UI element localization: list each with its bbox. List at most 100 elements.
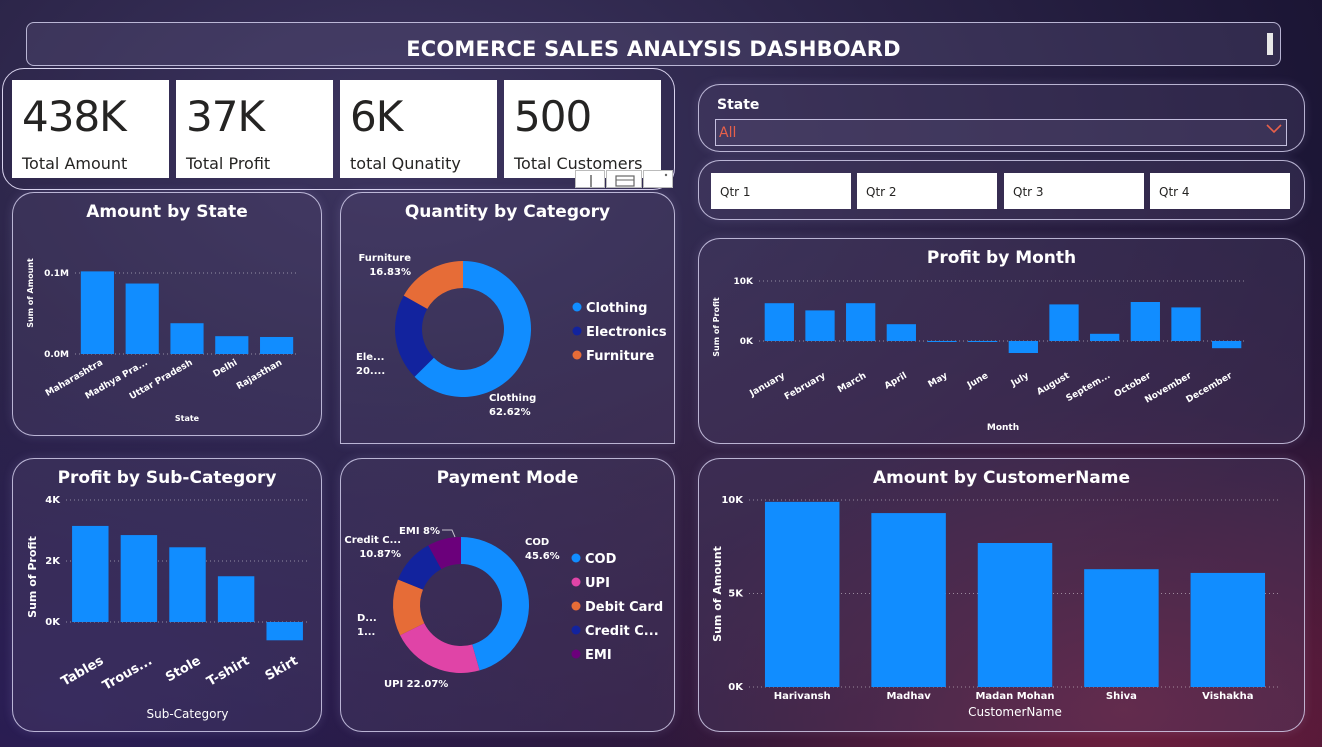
quarter-tile-qtr3[interactable]: Qtr 3 bbox=[1004, 173, 1144, 209]
leader-line bbox=[442, 529, 456, 538]
kpi-value: 37K bbox=[186, 92, 265, 141]
profit-by-month-panel: Profit by Month 0K 10K January February Marc… bbox=[698, 238, 1305, 444]
data-label: UPI 22.07% bbox=[384, 679, 448, 690]
more-options-icon bbox=[664, 173, 668, 177]
legend-marker bbox=[572, 350, 582, 360]
legend-marker bbox=[571, 625, 581, 635]
legend-label: Clothing bbox=[586, 301, 647, 316]
donut-slice bbox=[400, 623, 480, 673]
data-label-name: D... bbox=[357, 613, 377, 624]
x-tick-label: January bbox=[748, 371, 787, 400]
kpi-value: 500 bbox=[514, 92, 592, 141]
amount-by-state-panel: Amount by State 0.0M 0.1M Maharashtra Madhy… bbox=[12, 192, 322, 436]
x-tick-label: Madhav bbox=[886, 691, 931, 702]
quantity-by-category-panel: Quantity by Category Clothing Electronics… bbox=[340, 192, 675, 444]
bar bbox=[764, 501, 840, 687]
legend-label: Debit Card bbox=[585, 600, 663, 615]
legend-label: EMI bbox=[585, 648, 612, 663]
bar bbox=[120, 535, 158, 622]
legend-marker bbox=[571, 577, 581, 587]
legend-marker bbox=[571, 601, 581, 611]
filter-icon bbox=[590, 175, 592, 187]
bar bbox=[764, 303, 794, 341]
legend-label: Furniture bbox=[586, 349, 654, 364]
x-tick-label: Stole bbox=[163, 653, 203, 685]
dashboard-title-bar: ECOMERCE SALES ANALYSIS DASHBOARD bbox=[26, 22, 1281, 66]
bar bbox=[170, 323, 204, 354]
bar bbox=[1130, 302, 1160, 341]
bar bbox=[1171, 307, 1201, 341]
scroll-handle[interactable] bbox=[1267, 33, 1273, 55]
page-title: ECOMERCE SALES ANALYSIS DASHBOARD bbox=[406, 37, 901, 61]
y-tick-label: 5K bbox=[728, 589, 744, 600]
y-tick-label: 2K bbox=[45, 556, 61, 567]
kpi-total-profit[interactable]: 37K Total Profit bbox=[176, 80, 333, 178]
x-tick-label: February bbox=[783, 371, 828, 403]
x-tick-label: Vishakha bbox=[1202, 691, 1253, 702]
bar bbox=[260, 336, 294, 354]
data-label-value: 1... bbox=[357, 627, 375, 638]
x-tick-label: December bbox=[1185, 371, 1235, 406]
amount-by-state-chart: 0.0M0.1MMaharashtraMadhya Pra...Uttar Pr… bbox=[26, 258, 299, 423]
bar bbox=[1049, 304, 1079, 341]
bar bbox=[968, 341, 998, 342]
x-tick-label: Delhi bbox=[212, 358, 240, 380]
kpi-total-amount[interactable]: 438K Total Amount bbox=[12, 80, 169, 178]
legend-marker bbox=[571, 553, 581, 563]
x-tick-label: Madan Mohan bbox=[975, 691, 1054, 702]
bar bbox=[1090, 333, 1120, 341]
quarter-slicer-panel: Qtr 1 Qtr 2 Qtr 3 Qtr 4 bbox=[698, 160, 1305, 220]
visual-focus-mode-icon[interactable] bbox=[606, 170, 642, 188]
kpi-total-customers[interactable]: 500 Total Customers bbox=[504, 80, 661, 178]
y-tick-label: 4K bbox=[45, 495, 61, 506]
y-tick-label: 0.1M bbox=[44, 269, 69, 279]
x-axis-label: State bbox=[175, 414, 200, 423]
kpi-label: total Qunatity bbox=[350, 154, 461, 173]
x-tick-label: Skirt bbox=[263, 653, 301, 684]
visual-filter-icon[interactable] bbox=[575, 170, 605, 188]
amount-by-customer-chart: 0K 5K 10K Harivansh Madhav Madan Mohan Shiva Vi… bbox=[711, 495, 1281, 719]
bar bbox=[169, 547, 206, 622]
legend-label: Credit C... bbox=[585, 624, 659, 639]
data-label-name: Clothing bbox=[489, 393, 536, 404]
y-tick-label: 0K bbox=[45, 617, 61, 628]
bar bbox=[846, 303, 876, 341]
x-tick-label: March bbox=[836, 371, 868, 395]
data-label-value: 20.... bbox=[356, 366, 385, 377]
focus-mode-icon bbox=[615, 175, 635, 187]
data-label-value: 10.87% bbox=[359, 549, 401, 560]
bar bbox=[927, 341, 957, 342]
bar bbox=[266, 622, 303, 641]
bar bbox=[80, 271, 114, 354]
bar bbox=[1084, 569, 1159, 687]
legend-label: Electronics bbox=[586, 325, 667, 340]
visual-more-options-icon[interactable] bbox=[643, 170, 673, 188]
state-slicer-label: State bbox=[717, 97, 760, 113]
x-axis-label: Month bbox=[987, 423, 1019, 433]
legend-marker bbox=[571, 649, 581, 659]
state-dropdown[interactable]: All bbox=[715, 119, 1287, 146]
quarter-tile-qtr4[interactable]: Qtr 4 bbox=[1150, 173, 1290, 209]
bar bbox=[217, 576, 255, 622]
quarter-tile-qtr1[interactable]: Qtr 1 bbox=[711, 173, 851, 209]
kpi-total-quantity[interactable]: 6K total Qunatity bbox=[340, 80, 497, 178]
x-tick-label: Harivansh bbox=[774, 691, 831, 702]
x-tick-label: T-shirt bbox=[204, 653, 252, 689]
data-label-name: Furniture bbox=[358, 253, 411, 264]
profit-by-subcategory-panel: Profit by Sub-Category 0K 2K 4K Tables Trous… bbox=[12, 458, 322, 732]
x-tick-label: June bbox=[965, 371, 990, 391]
x-tick-label: July bbox=[1009, 371, 1031, 390]
x-tick-label: Trous... bbox=[100, 653, 155, 693]
data-label-value: 45.6% bbox=[525, 551, 560, 562]
bar bbox=[72, 525, 109, 622]
state-slicer-panel: State All bbox=[698, 84, 1305, 152]
kpi-label: Total Profit bbox=[186, 154, 271, 173]
profit-by-month-chart: 0K 10K JanuaryFebruary March April May June Jul… bbox=[712, 277, 1247, 433]
quantity-by-category-chart: Clothing Electronics Furniture Clothing 62.6… bbox=[356, 253, 667, 418]
x-tick-label: Shiva bbox=[1106, 691, 1137, 702]
kpi-label: Total Amount bbox=[22, 154, 128, 173]
quarter-tile-qtr2[interactable]: Qtr 2 bbox=[857, 173, 997, 209]
kpi-value: 438K bbox=[22, 92, 127, 141]
bar bbox=[215, 336, 249, 354]
chevron-down-icon bbox=[1266, 123, 1282, 139]
